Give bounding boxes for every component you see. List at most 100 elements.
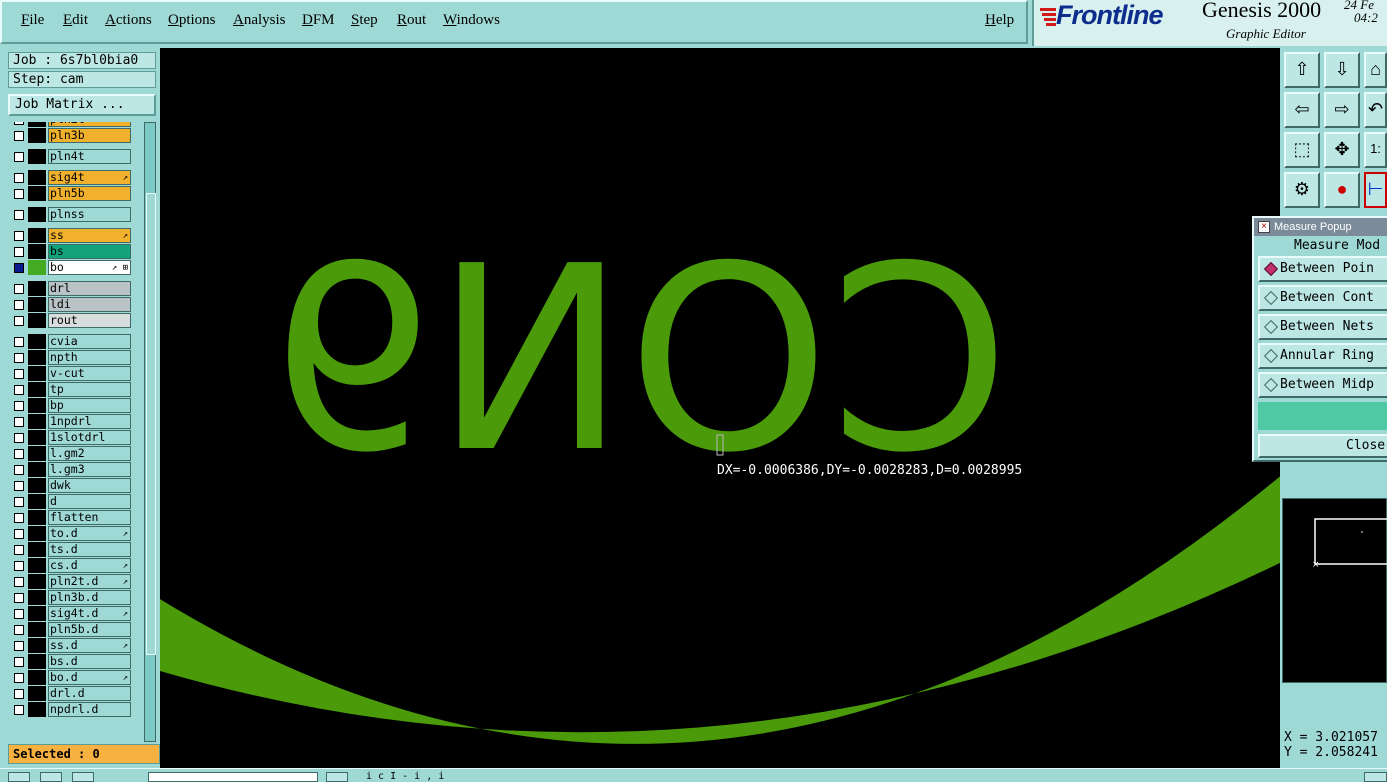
layer-checkbox[interactable] [14,263,24,273]
layer-checkbox[interactable] [14,417,24,427]
layer-affected-toggle[interactable] [28,228,46,243]
layer-checkbox[interactable] [14,300,24,310]
layer-row[interactable]: v-cut [8,366,134,382]
layer-affected-toggle[interactable] [28,297,46,312]
layer-row[interactable]: sig4t ↗ [8,170,134,186]
layer-name[interactable]: 1npdrl [48,414,131,429]
pin-icon[interactable]: ● [1324,172,1360,208]
layer-affected-toggle[interactable] [28,446,46,461]
layer-row[interactable]: d [8,494,134,510]
layer-affected-toggle[interactable] [28,526,46,541]
layer-row[interactable]: cs.d ↗ [8,558,134,574]
pan-right-icon[interactable]: ⇨ [1324,92,1360,128]
layer-checkbox[interactable] [14,609,24,619]
layer-checkbox[interactable] [14,369,24,379]
layer-name[interactable]: bp [48,398,131,413]
layer-name[interactable]: plnss [48,207,131,222]
layer-row[interactable]: drl [8,281,134,297]
layer-affected-toggle[interactable] [28,207,46,222]
layer-name[interactable]: pln5b.d [48,622,131,637]
layer-name[interactable]: d [48,494,131,509]
measure-tool-icon[interactable]: ⊢ [1364,172,1387,208]
layer-affected-toggle[interactable] [28,430,46,445]
layer-checkbox[interactable] [14,173,24,183]
layer-name[interactable]: tp [48,382,131,397]
layer-row[interactable]: 1npdrl [8,414,134,430]
layer-checkbox[interactable] [14,401,24,411]
layer-affected-toggle[interactable] [28,542,46,557]
layer-affected-toggle[interactable] [28,313,46,328]
layer-checkbox[interactable] [14,449,24,459]
layer-row[interactable]: flatten [8,510,134,526]
zoom-center-icon[interactable]: ✥ [1324,132,1360,168]
measure-mode-option[interactable]: Between Poin [1258,256,1387,282]
layer-checkbox[interactable] [14,210,24,220]
layer-name[interactable]: pln3b [48,128,131,143]
layer-checkbox[interactable] [14,465,24,475]
layer-name[interactable]: to.d ↗ [48,526,131,541]
layer-checkbox[interactable] [14,152,24,162]
layer-row[interactable]: bo.d ↗ [8,670,134,686]
layer-name[interactable]: l.gm2 [48,446,131,461]
layer-checkbox[interactable] [14,625,24,635]
graphic-canvas[interactable]: CON9 DX=-0.0006386,DY=-0.0028283,D=0.002… [160,48,1280,768]
layer-checkbox[interactable] [14,577,24,587]
menu-step[interactable]: Step [351,12,378,29]
menu-rout[interactable]: Rout [397,12,426,29]
layer-name[interactable]: ldi [48,297,131,312]
layer-affected-toggle[interactable] [28,122,46,127]
layer-checkbox[interactable] [14,545,24,555]
menu-dfm[interactable]: DFM [302,12,335,29]
layer-checkbox[interactable] [14,247,24,257]
layer-name[interactable]: npdrl.d [48,702,131,717]
measure-mode-option[interactable]: Between Midp [1258,372,1387,398]
layer-affected-toggle[interactable] [28,366,46,381]
layer-row[interactable]: drl.d [8,686,134,702]
layer-row[interactable]: cvia [8,334,134,350]
layer-name[interactable]: l.gm3 [48,462,131,477]
tools-icon[interactable]: ⚙ [1284,172,1320,208]
layer-row[interactable]: bo ↗ ⊞ [8,260,134,276]
layer-row[interactable]: to.d ↗ [8,526,134,542]
menu-windows[interactable]: Windows [443,12,500,29]
layer-row[interactable]: ldi [8,297,134,313]
layer-row[interactable]: ss.d ↗ [8,638,134,654]
layer-name[interactable]: pln3b.d [48,590,131,605]
layer-checkbox[interactable] [14,231,24,241]
measure-mode-option[interactable]: Between Cont [1258,285,1387,311]
undo-view-icon[interactable]: ↶ [1364,92,1387,128]
pan-up-icon[interactable]: ⇧ [1284,52,1320,88]
menu-options[interactable]: Options [168,12,216,29]
popup-titlebar[interactable]: × Measure Popup [1254,218,1387,236]
layer-affected-toggle[interactable] [28,382,46,397]
layer-row[interactable]: npth [8,350,134,366]
layer-affected-toggle[interactable] [28,149,46,164]
layer-name[interactable]: rout [48,313,131,328]
layer-affected-toggle[interactable] [28,244,46,259]
layer-name[interactable]: drl.d [48,686,131,701]
pan-left-icon[interactable]: ⇦ [1284,92,1320,128]
layer-affected-toggle[interactable] [28,186,46,201]
layer-checkbox[interactable] [14,284,24,294]
layer-row[interactable]: ts.d [8,542,134,558]
zoom-1-1-icon[interactable]: 1: [1364,132,1387,168]
zoom-fit-icon[interactable]: ⬚ [1284,132,1320,168]
layer-name[interactable]: sig4t ↗ [48,170,131,185]
layer-name[interactable]: flatten [48,510,131,525]
layer-name[interactable]: bs [48,244,131,259]
layer-affected-toggle[interactable] [28,494,46,509]
layer-row[interactable]: pln4t [8,149,134,165]
close-button[interactable]: Close [1258,434,1387,458]
layer-row[interactable]: rout [8,313,134,329]
layer-name[interactable]: ts.d [48,542,131,557]
layer-name[interactable]: cs.d ↗ [48,558,131,573]
layer-affected-toggle[interactable] [28,654,46,669]
layer-name[interactable]: pln2t.d ↗ [48,574,131,589]
layer-checkbox[interactable] [14,593,24,603]
layer-checkbox[interactable] [14,122,24,125]
layer-row[interactable]: pln5b [8,186,134,202]
layer-affected-toggle[interactable] [28,462,46,477]
measure-mode-option[interactable]: Between Nets [1258,314,1387,340]
layer-affected-toggle[interactable] [28,686,46,701]
menu-analysis[interactable]: Analysis [233,12,286,29]
